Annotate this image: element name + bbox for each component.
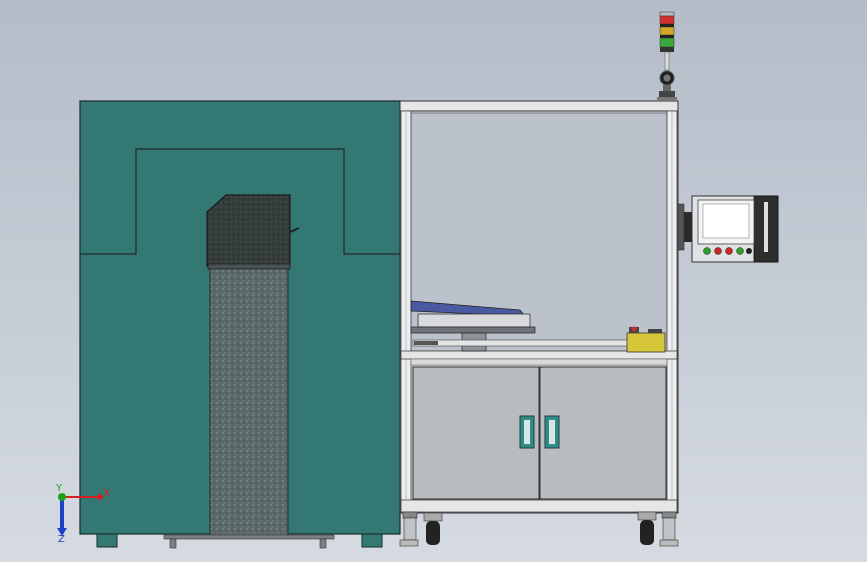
tower-light-green: [659, 37, 675, 48]
signal-tower: [657, 11, 677, 101]
tower-light-yellow: [659, 26, 675, 36]
x-axis-label: X: [103, 488, 110, 499]
granite-enclosure: [79, 100, 401, 549]
caster-left: [399, 511, 443, 547]
z-axis-label: Z: [58, 534, 65, 545]
y-axis-dot: [58, 493, 66, 501]
hmi-control-panel: [677, 195, 779, 263]
caster-right: [637, 511, 679, 547]
panel-button-black: [746, 248, 752, 254]
tower-light-red: [659, 15, 675, 25]
panel-button-green-2: [736, 247, 744, 255]
y-axis-label: Y: [55, 483, 63, 494]
panel-button-red-2: [725, 247, 733, 255]
machine-drawing: X Y Z: [55, 11, 779, 549]
hmi-screen: [702, 203, 750, 239]
panel-button-red: [714, 247, 722, 255]
panel-button-green: [703, 247, 711, 255]
granite-head: [206, 194, 291, 267]
machine-frame: [399, 100, 679, 547]
granite-column: [209, 267, 289, 537]
